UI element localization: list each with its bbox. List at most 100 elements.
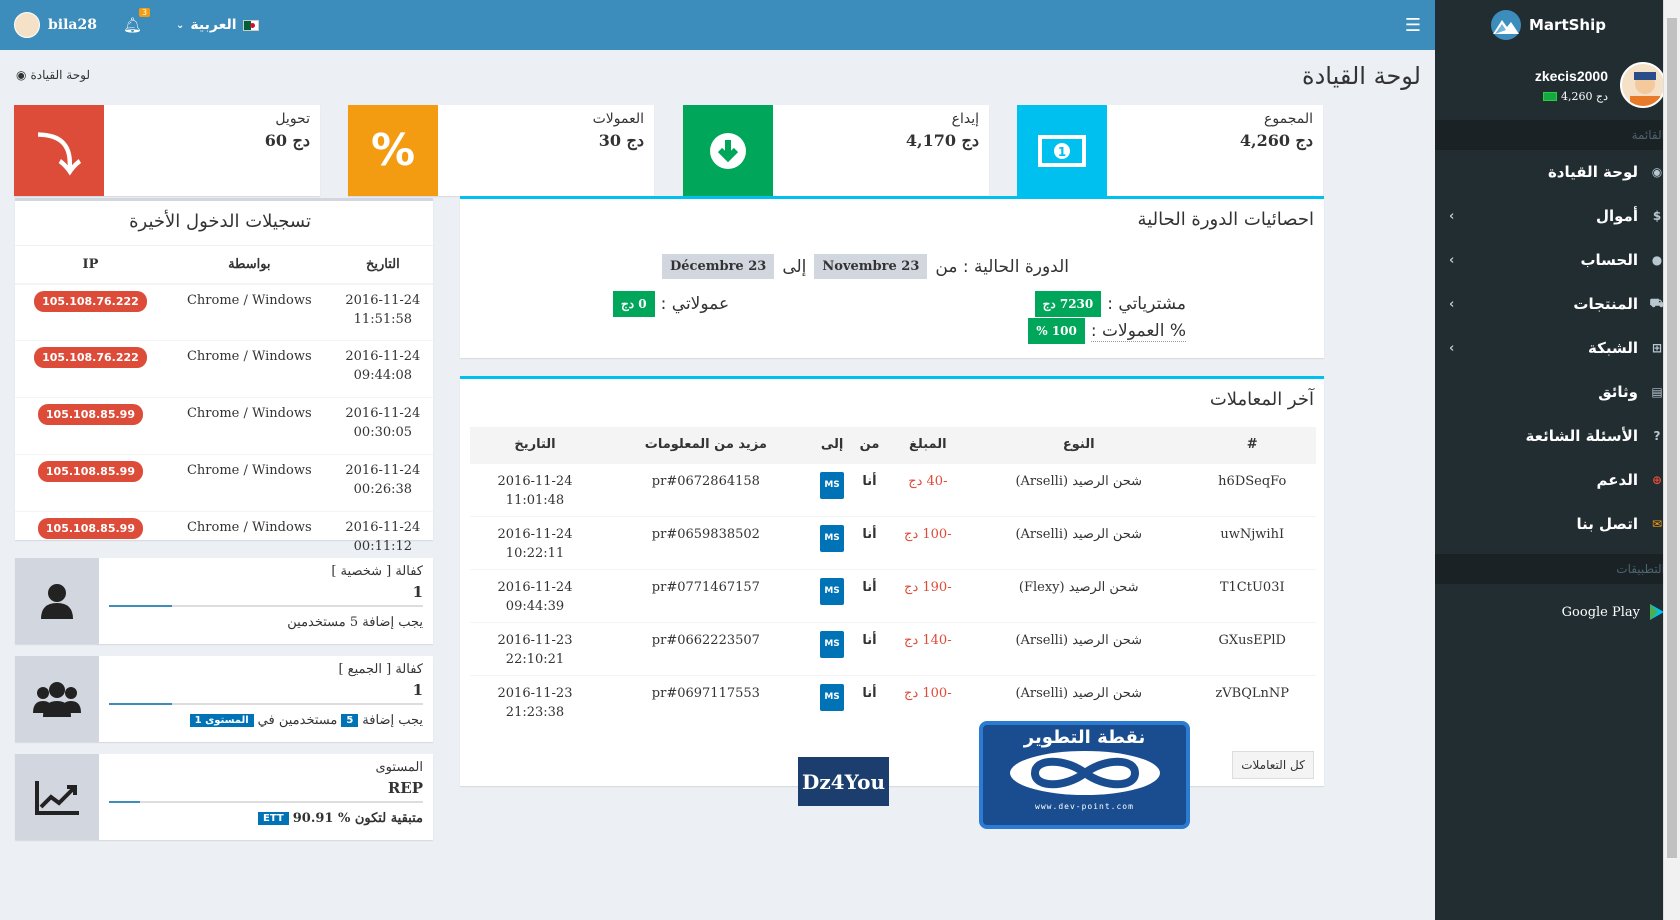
info-box-value: 4,260 دج <box>1239 131 1313 150</box>
tx-to: MS <box>811 621 853 675</box>
topbar-username: bila28 <box>48 17 97 33</box>
tx-to: MS <box>811 515 853 569</box>
ms-badge: MS <box>820 630 844 658</box>
tx-amount: -140 دج <box>886 621 970 675</box>
ms-badge: MS <box>820 471 844 499</box>
purchases-value: 7230 دج <box>1034 291 1102 317</box>
language-dropdown[interactable]: ⌄ العربية <box>176 17 259 33</box>
commission-rate-stat: % العمولات : 100 % <box>1028 318 1186 344</box>
login-ip: 105.108.76.222 <box>15 340 166 398</box>
transactions-table: # النوع المبلغ من إلى مزيد من المعلومات التاري… <box>470 427 1316 728</box>
purchases-label: مشترياتي : <box>1107 294 1186 314</box>
guarantee-progress-fill <box>109 605 172 607</box>
topbar-user[interactable]: bila28 <box>14 12 97 38</box>
ip-badge: 105.108.76.222 <box>34 347 147 368</box>
ip-badge: 105.108.85.99 <box>37 518 143 539</box>
login-time: 09:44:08 <box>353 368 413 383</box>
tx-amount: -100 دج <box>886 674 970 728</box>
tx-from: أنا <box>852 621 887 675</box>
algeria-flag-icon <box>242 19 259 31</box>
info-box-text: تحويل 60 دج <box>265 111 310 150</box>
user-icon <box>15 558 99 644</box>
guarantee-title: كفالة [ الجميع ] <box>338 662 423 677</box>
guarantee-value: REP <box>387 779 423 797</box>
tx-info: pr#0662223507 <box>599 621 812 675</box>
guarantee-box-1: كفالة [ الجميع ] 1 يجب إضافة 5 مستخدمين في ال… <box>15 656 433 742</box>
login-col-header: بواسطة <box>165 245 333 285</box>
tx-datetime: 2016-11-23 22:10:21 <box>470 621 600 675</box>
sidebar: MartShip zkecis2000 4,260 دج القائمة ◉ لو… <box>1435 0 1680 920</box>
info-box-text: العمولات 30 دج <box>593 111 644 150</box>
transfer-arrow-icon: ⤵ <box>14 105 104 196</box>
info-box-label: إيداع <box>951 111 979 127</box>
sidebar-item-7[interactable]: ⊕ الدعم <box>1435 458 1680 502</box>
chevron-left-icon: ‹ <box>1449 340 1455 356</box>
sidebar-item-1[interactable]: $ أموال ‹ <box>1435 194 1680 238</box>
guarantee-foot-text: 90.91 % متبقية لتكون <box>292 811 423 826</box>
sidebar-item-6[interactable]: ? الأسئلة الشائعة <box>1435 414 1680 458</box>
guarantee-foot: يجب إضافة 5 مستخدمين <box>109 615 423 630</box>
sidebar-item-2[interactable]: ● الحساب ‹ <box>1435 238 1680 282</box>
guarantee-foot-tag: المستوى 1 <box>189 714 254 727</box>
tx-time: 09:44:39 <box>505 598 565 614</box>
user-panel: zkecis2000 4,260 دج <box>1435 50 1680 120</box>
sidebar-item-0[interactable]: ◉ لوحة القيادة <box>1435 150 1680 194</box>
login-time: 11:51:58 <box>353 311 413 327</box>
guarantee-foot: يجب إضافة 5 مستخدمين في المستوى 1 <box>109 713 423 728</box>
tx-id: GXusEPlD <box>1188 621 1316 675</box>
period-from: 23 Novembre <box>814 254 928 279</box>
line-chart-icon <box>15 754 99 840</box>
tx-col-header: # <box>1188 427 1316 463</box>
devpoint-text: نقطة التطوير <box>1023 727 1146 748</box>
google-play-label: Google Play <box>1561 604 1640 620</box>
scrollbar-thumb[interactable] <box>1667 18 1677 858</box>
sidebar-item-4[interactable]: ⊞ الشبكة ‹ <box>1435 326 1680 370</box>
table-row: h6DSeqFo شحن الرصيد (Arselli) -40 دج أنا MS p… <box>470 462 1316 516</box>
table-row: 2016-11-24 00:30:05 Chrome / Windows 105.10… <box>15 397 433 455</box>
login-via: Chrome / Windows <box>165 397 333 455</box>
info-box-0: 1 المجموع 4,260 دج <box>1017 105 1323 196</box>
tx-type: شحن الرصيد (Arselli) <box>969 621 1189 675</box>
breadcrumb[interactable]: ◉ لوحة القيادة <box>16 68 90 82</box>
chevron-left-icon: ‹ <box>1449 208 1455 224</box>
tx-datetime: 2016-11-24 10:22:11 <box>470 515 600 569</box>
sidebar-item-8[interactable]: ✉ اتصل بنا <box>1435 502 1680 546</box>
tx-type: شحن الرصيد (Flexy) <box>969 568 1189 622</box>
login-ip: 105.108.85.99 <box>15 454 166 512</box>
ms-badge: MS <box>820 577 844 605</box>
login-date: 2016-11-24 <box>345 349 421 364</box>
sidebar-item-5[interactable]: ▤ وثائق <box>1435 370 1680 414</box>
tx-id: uwNjwihI <box>1188 515 1316 569</box>
tx-from: أنا <box>852 568 887 622</box>
login-date: 2016-11-24 <box>345 406 421 421</box>
info-box-label: المجموع <box>1264 111 1313 127</box>
notifications-badge: 3 <box>138 8 151 17</box>
sidebar-item-3[interactable]: ⛟ المنتجات ‹ <box>1435 282 1680 326</box>
google-play-link[interactable]: Google Play <box>1435 590 1680 634</box>
sidebar-item-label: أموال <box>1596 207 1638 225</box>
tx-date: 2016-11-24 <box>497 526 573 542</box>
login-ip: 105.108.85.99 <box>15 397 166 455</box>
brand-logo[interactable]: MartShip <box>1435 0 1680 50</box>
recent-logins-table: التاريخ بواسطة IP 2016-11-24 11:51:58 Chrome… <box>15 245 433 569</box>
guarantee-foot: ETT 90.91 % متبقية لتكون <box>109 811 423 826</box>
page-scrollbar[interactable] <box>1663 0 1680 920</box>
tx-datetime: 2016-11-24 11:01:48 <box>470 462 600 516</box>
ip-badge: 105.108.76.222 <box>34 290 147 312</box>
sidebar-item-label: اتصل بنا <box>1576 515 1638 533</box>
guarantee-progress <box>109 703 423 705</box>
hamburger-icon[interactable]: ☰ <box>1405 15 1421 36</box>
chevron-left-icon: ‹ <box>1449 252 1455 268</box>
login-datetime: 2016-11-24 00:30:05 <box>332 397 433 455</box>
notifications-bell[interactable]: 🔔︎ 3 <box>123 8 151 34</box>
sidebar-balance-value: 4,260 دج <box>1561 89 1608 103</box>
sidebar-item-label: المنتجات <box>1573 295 1638 313</box>
tx-amount: -100 دج <box>886 515 970 569</box>
recent-logins-box: تسجيلات الدخول الأخيرة التاريخ بواسطة IP 2… <box>15 198 433 569</box>
guarantee-content: المستوى REP ETT 90.91 % متبقية لتكون <box>109 760 423 826</box>
money-icon: 1 <box>1017 105 1107 196</box>
infinity-logo-icon <box>1009 751 1160 795</box>
login-via: Chrome / Windows <box>165 454 333 512</box>
period-to: 23 Décembre <box>662 254 775 279</box>
all-transactions-button[interactable]: كل التعاملات <box>1232 751 1314 779</box>
